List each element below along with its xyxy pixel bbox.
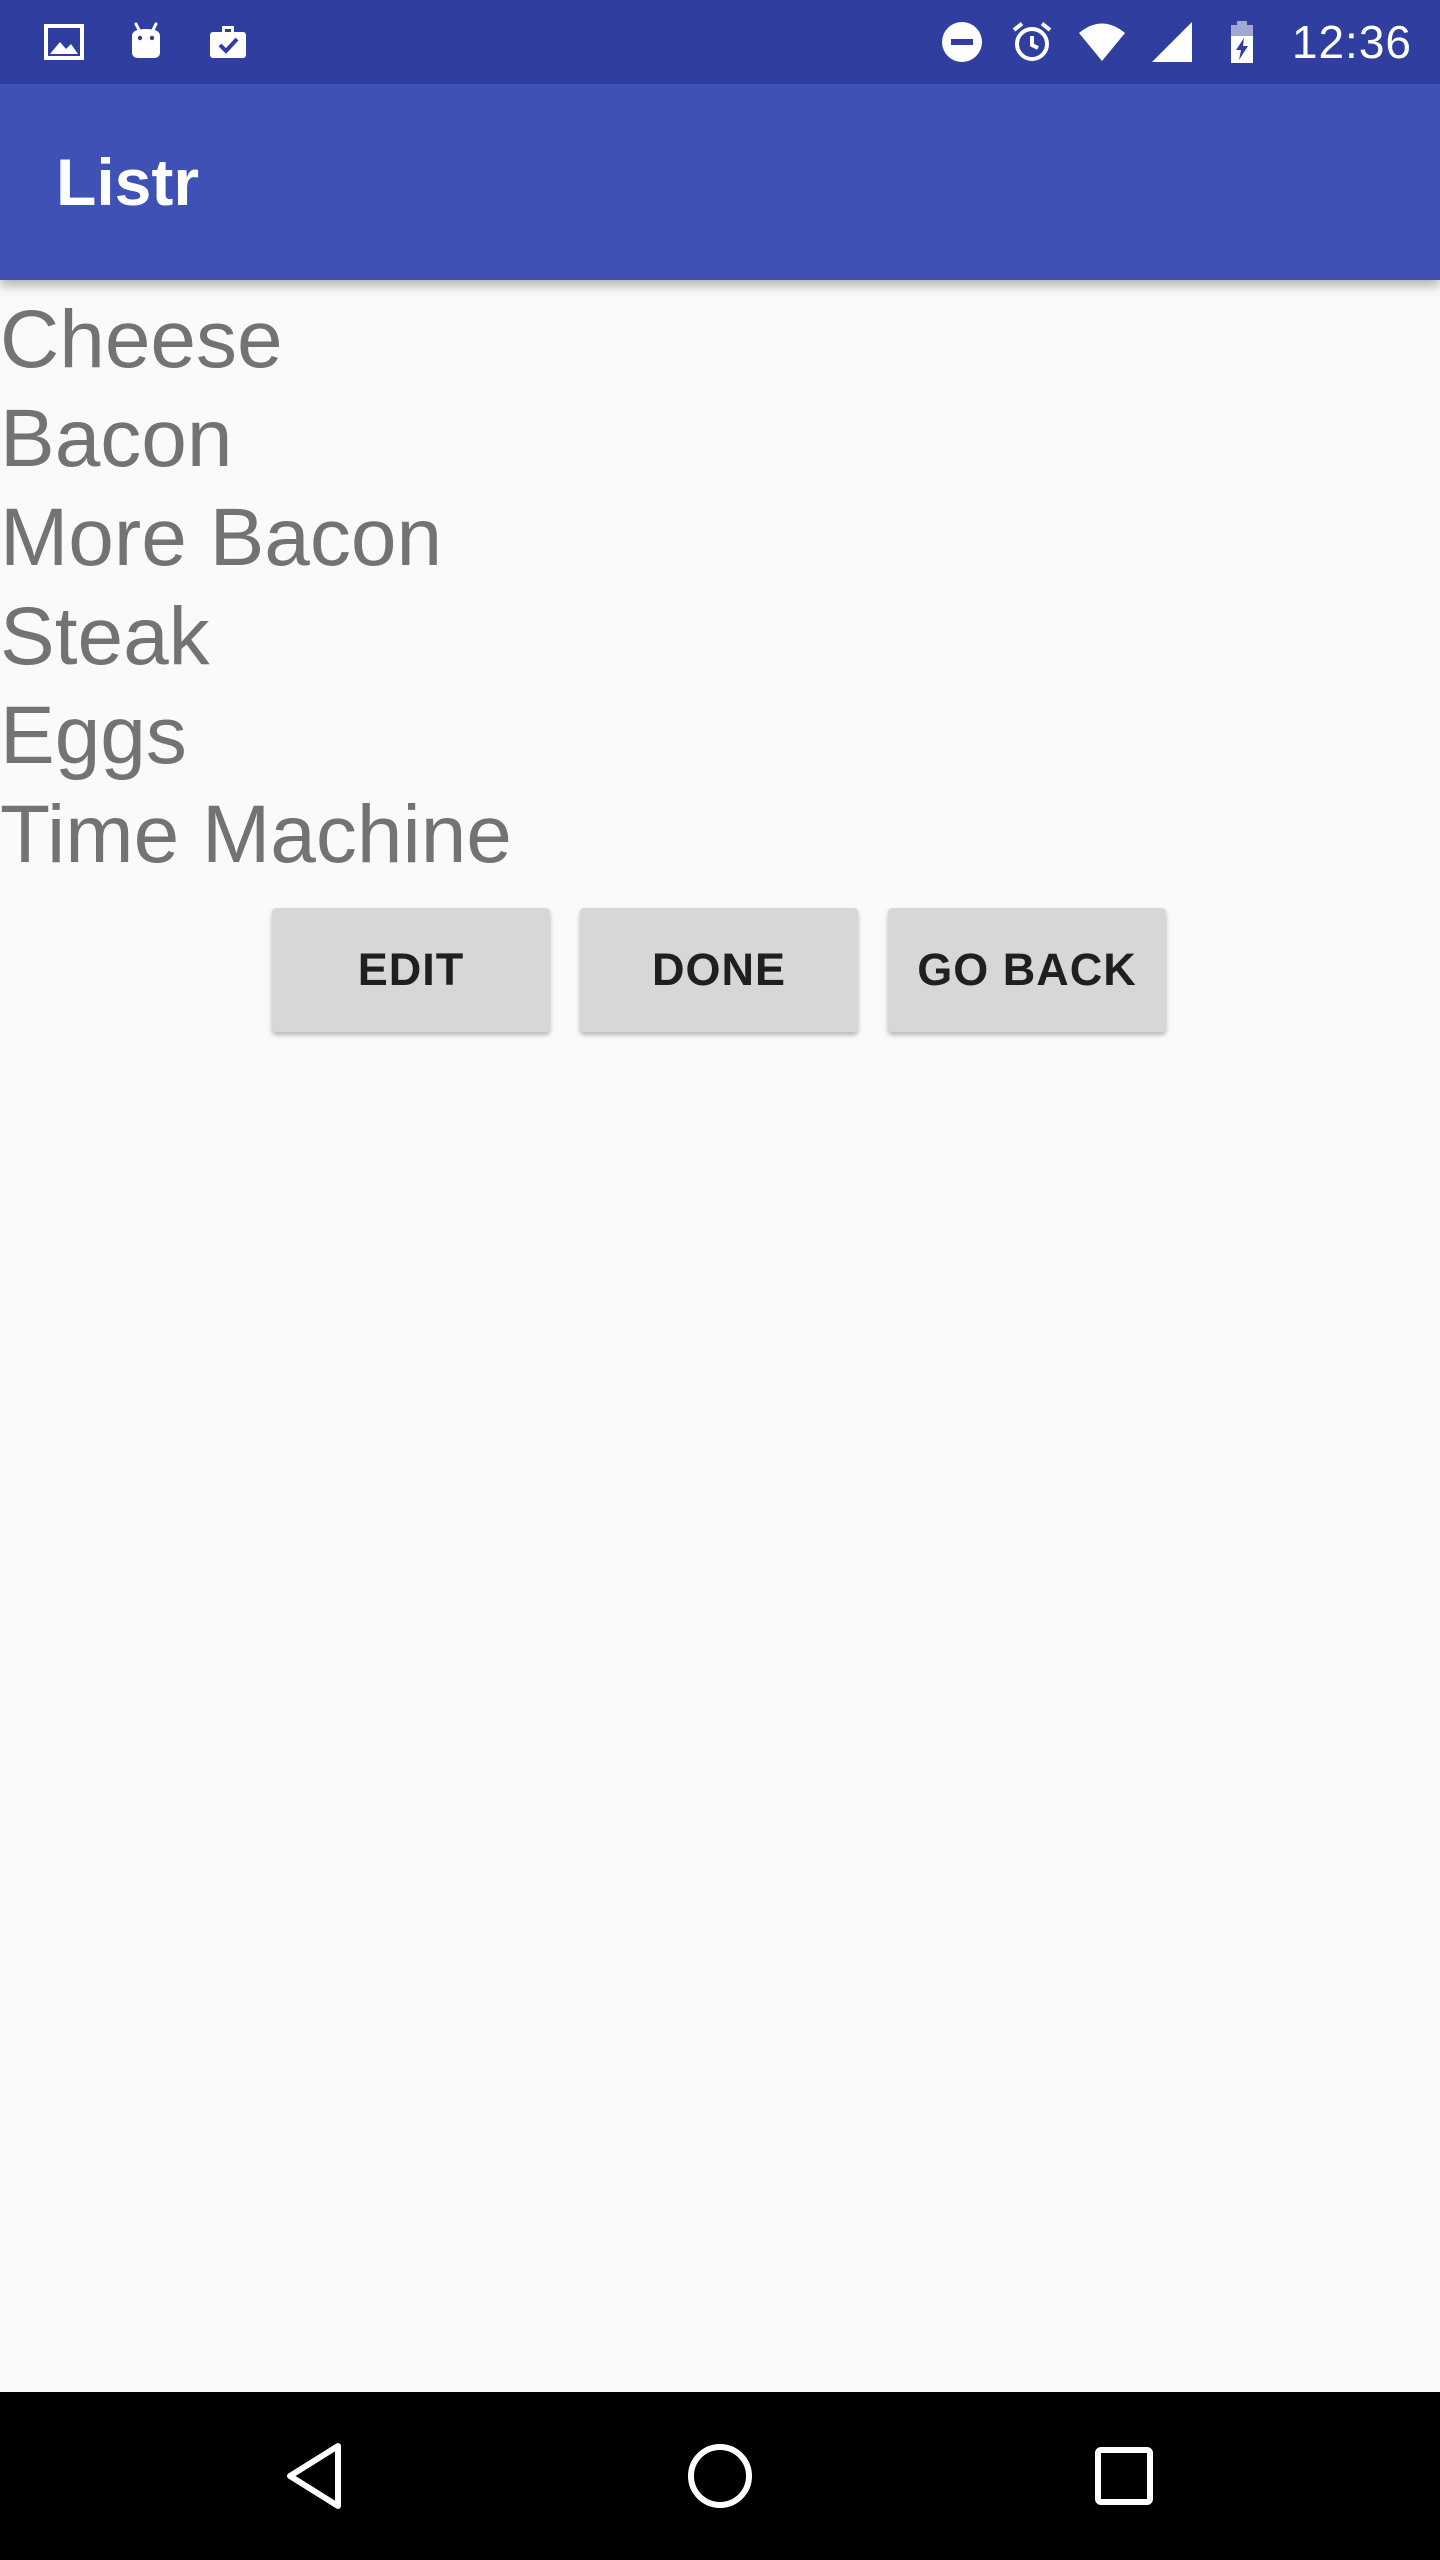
- screen: 12:36 Listr Cheese Bacon More Bacon Stea…: [0, 0, 1440, 2560]
- list-item[interactable]: Cheese: [0, 290, 512, 389]
- android-icon: [132, 22, 160, 58]
- item-list: Cheese Bacon More Bacon Steak Eggs Time …: [0, 290, 512, 884]
- button-row: EDIT DONE GO BACK: [272, 908, 1166, 1032]
- list-item[interactable]: Time Machine: [0, 785, 512, 884]
- status-right-icons: 12:36: [938, 14, 1412, 70]
- back-icon[interactable]: [276, 2436, 356, 2516]
- do-not-disturb-icon: [941, 22, 982, 62]
- navigation-bar: [0, 2392, 1440, 2560]
- signal-icon: [1151, 22, 1192, 62]
- status-time: 12:36: [1291, 16, 1412, 68]
- home-icon[interactable]: [680, 2436, 760, 2516]
- go-back-button[interactable]: GO BACK: [888, 908, 1166, 1032]
- list-item[interactable]: Bacon: [0, 389, 512, 488]
- briefcase-check-icon: [210, 26, 246, 58]
- done-button[interactable]: DONE: [580, 908, 858, 1032]
- image-icon: [44, 24, 84, 60]
- battery-charging-icon: [1230, 21, 1253, 63]
- status-left-icons: [40, 14, 252, 70]
- app-title: Listr: [56, 145, 200, 219]
- list-item[interactable]: More Bacon: [0, 488, 512, 587]
- wifi-icon: [1078, 23, 1125, 61]
- edit-button[interactable]: EDIT: [272, 908, 550, 1032]
- alarm-icon: [1012, 22, 1052, 61]
- list-item[interactable]: Steak: [0, 587, 512, 686]
- app-bar: Listr: [0, 84, 1440, 280]
- recents-icon[interactable]: [1084, 2436, 1164, 2516]
- status-bar: 12:36: [0, 0, 1440, 84]
- list-item[interactable]: Eggs: [0, 686, 512, 785]
